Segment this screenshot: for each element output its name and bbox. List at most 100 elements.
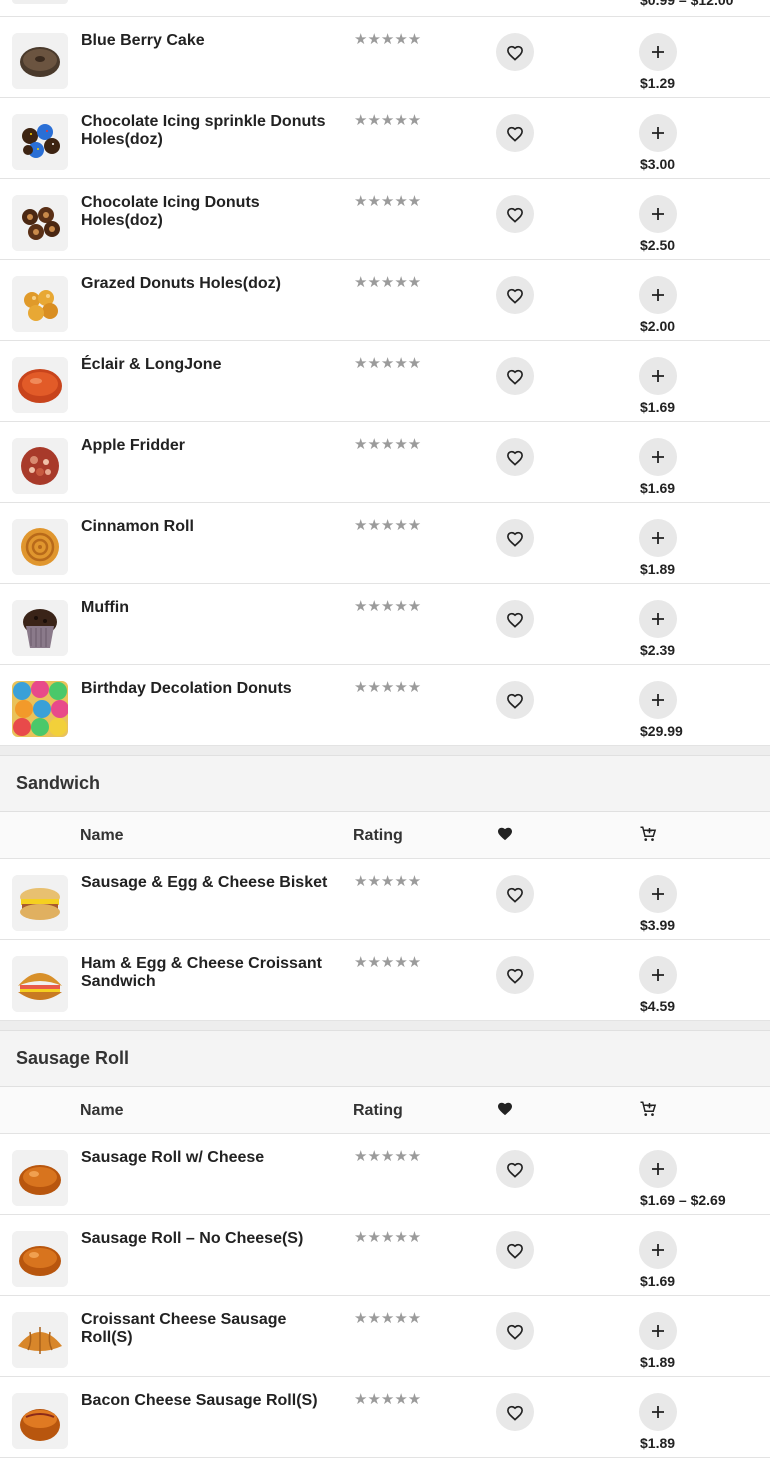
add-to-cart-button[interactable] — [639, 276, 677, 314]
favorite-button[interactable] — [496, 438, 534, 476]
product-price: $1.69 — [640, 399, 676, 415]
product-thumbnail — [12, 1150, 68, 1206]
add-to-cart-button[interactable] — [639, 875, 677, 913]
add-to-cart-button[interactable] — [639, 1231, 677, 1269]
product-name[interactable]: Cinnamon Roll — [81, 518, 336, 536]
table-row[interactable]: Birthday Decolation Donuts ★★★★★ $29.99 — [0, 665, 770, 746]
favorite-button[interactable] — [496, 1312, 534, 1350]
favorite-button[interactable] — [496, 195, 534, 233]
favorite-button[interactable] — [496, 357, 534, 395]
table-row[interactable]: Croissant Cheese Sausage Roll(S) ★★★★★ $1.… — [0, 1296, 770, 1377]
product-price: $1.89 — [640, 1435, 676, 1451]
add-to-cart-button[interactable] — [639, 357, 677, 395]
add-to-cart-button[interactable] — [639, 600, 677, 638]
section-header: Sandwich — [0, 755, 770, 812]
product-thumbnail — [12, 875, 68, 931]
table-row[interactable]: Sausage Roll w/ Cheese ★★★★★ $1.69 – $2.69 — [0, 1134, 770, 1215]
star-rating: ★★★★★ — [354, 31, 422, 48]
column-header-name[interactable]: Name — [80, 827, 124, 845]
product-name[interactable]: Muffin — [81, 599, 336, 617]
star-rating: ★★★★★ — [354, 1229, 422, 1246]
add-to-cart-button[interactable] — [639, 956, 677, 994]
product-name[interactable]: Birthday Decolation Donuts — [81, 680, 336, 698]
plus-icon — [651, 207, 665, 221]
table-header: Name Rating — [0, 812, 770, 859]
heart-outline-icon — [506, 1323, 524, 1340]
favorite-button[interactable] — [496, 1150, 534, 1188]
table-row[interactable]: Blue Berry Cake ★★★★★ $1.29 — [0, 17, 770, 98]
favorite-button[interactable] — [496, 1393, 534, 1431]
table-row[interactable]: Grazed Donuts Holes(doz) ★★★★★ $2.00 — [0, 260, 770, 341]
add-to-cart-button[interactable] — [639, 438, 677, 476]
table-row[interactable]: Cinnamon Roll ★★★★★ $1.89 — [0, 503, 770, 584]
table-row[interactable]: Bacon Cheese Sausage Roll(S) ★★★★★ $1.89 — [0, 1377, 770, 1458]
list-item-partial[interactable]: $0.99 – $12.00 — [0, 0, 770, 17]
table-row[interactable]: Chocolate Icing sprinkle Donuts Holes(do… — [0, 98, 770, 179]
product-name[interactable]: Apple Fridder — [81, 437, 336, 455]
product-name[interactable]: Grazed Donuts Holes(doz) — [81, 275, 336, 293]
add-to-cart-button[interactable] — [639, 33, 677, 71]
add-to-cart-button[interactable] — [639, 114, 677, 152]
favorite-button[interactable] — [496, 1231, 534, 1269]
favorite-button[interactable] — [496, 956, 534, 994]
star-rating: ★★★★★ — [354, 193, 422, 210]
product-name[interactable]: Sausage & Egg & Cheese Bisket — [81, 874, 336, 892]
table-row[interactable]: Ham & Egg & Cheese Croissant Sandwich ★★★… — [0, 940, 770, 1021]
table-row[interactable]: Sausage & Egg & Cheese Bisket ★★★★★ $3.99 — [0, 859, 770, 940]
section-header: Sausage Roll — [0, 1030, 770, 1087]
product-thumbnail — [12, 1231, 68, 1287]
plus-icon — [651, 1405, 665, 1419]
product-name[interactable]: Bacon Cheese Sausage Roll(S) — [81, 1392, 336, 1410]
product-price: $1.89 — [640, 1354, 676, 1370]
add-to-cart-button[interactable] — [639, 1150, 677, 1188]
product-price: $4.59 — [640, 998, 676, 1014]
add-to-cart-button[interactable] — [639, 681, 677, 719]
column-header-rating[interactable]: Rating — [353, 1102, 403, 1120]
table-row[interactable]: Apple Fridder ★★★★★ $1.69 — [0, 422, 770, 503]
add-to-cart-button[interactable] — [639, 519, 677, 557]
table-row[interactable]: Éclair & LongJone ★★★★★ $1.69 — [0, 341, 770, 422]
product-name[interactable]: Éclair & LongJone — [81, 356, 336, 374]
favorite-button[interactable] — [496, 114, 534, 152]
plus-icon — [651, 450, 665, 464]
star-rating: ★★★★★ — [354, 355, 422, 372]
heart-filled-icon[interactable] — [497, 826, 513, 846]
add-to-cart-button[interactable] — [639, 1312, 677, 1350]
product-name[interactable]: Croissant Cheese Sausage Roll(S) — [81, 1311, 336, 1347]
add-to-cart-icon[interactable] — [639, 1100, 657, 1123]
table-row[interactable]: Sausage Roll – No Cheese(S) ★★★★★ $1.69 — [0, 1215, 770, 1296]
favorite-button[interactable] — [496, 276, 534, 314]
section-title: Sandwich — [16, 773, 101, 793]
star-rating: ★★★★★ — [354, 954, 422, 971]
product-name[interactable]: Blue Berry Cake — [81, 32, 336, 50]
product-thumbnail — [12, 357, 68, 413]
add-to-cart-icon[interactable] — [639, 825, 657, 848]
product-name[interactable]: Sausage Roll w/ Cheese — [81, 1149, 336, 1167]
table-header: Name Rating — [0, 1087, 770, 1134]
product-name[interactable]: Ham & Egg & Cheese Croissant Sandwich — [81, 955, 336, 991]
favorite-button[interactable] — [496, 33, 534, 71]
plus-icon — [651, 126, 665, 140]
column-header-rating[interactable]: Rating — [353, 827, 403, 845]
product-price: $1.29 — [640, 75, 676, 91]
table-row[interactable]: Muffin ★★★★★ $2.39 — [0, 584, 770, 665]
heart-outline-icon — [506, 1242, 524, 1259]
product-price: $1.69 — [640, 1273, 676, 1289]
table-row[interactable]: Chocolate Icing Donuts Holes(doz) ★★★★★ $2… — [0, 179, 770, 260]
favorite-button[interactable] — [496, 600, 534, 638]
favorite-button[interactable] — [496, 681, 534, 719]
product-thumbnail — [12, 438, 68, 494]
plus-icon — [651, 1243, 665, 1257]
favorite-button[interactable] — [496, 875, 534, 913]
add-to-cart-button[interactable] — [639, 195, 677, 233]
column-header-name[interactable]: Name — [80, 1102, 124, 1120]
add-to-cart-button[interactable] — [639, 1393, 677, 1431]
favorite-button[interactable] — [496, 519, 534, 557]
heart-filled-icon[interactable] — [497, 1101, 513, 1121]
product-price: $0.99 – $12.00 — [640, 0, 734, 8]
star-rating: ★★★★★ — [354, 436, 422, 453]
product-thumbnail — [12, 114, 68, 170]
product-name[interactable]: Chocolate Icing Donuts Holes(doz) — [81, 194, 336, 230]
product-name[interactable]: Sausage Roll – No Cheese(S) — [81, 1230, 336, 1248]
product-name[interactable]: Chocolate Icing sprinkle Donuts Holes(do… — [81, 113, 336, 149]
